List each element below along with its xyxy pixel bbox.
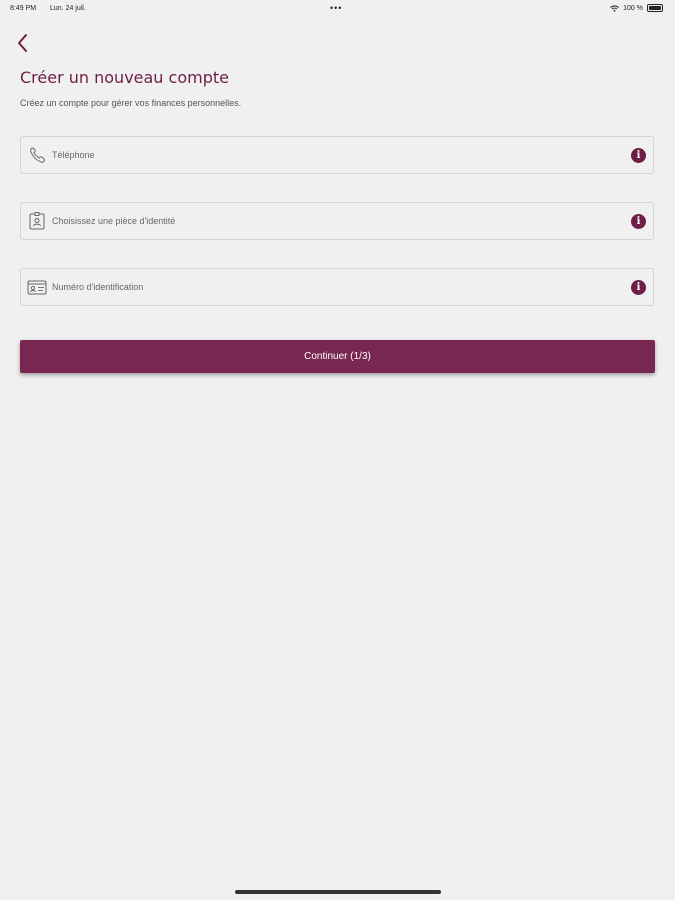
multitasking-dots[interactable]: ••• [330,3,342,13]
id-document-field[interactable]: Choisissez une pièce d'identité i [20,202,654,240]
id-number-field-label: Numéro d'identification [52,282,144,292]
info-icon[interactable]: i [631,148,646,163]
id-number-field[interactable]: Numéro d'identification i [20,268,654,306]
continue-button[interactable]: Continuer (1/3) [20,340,655,373]
phone-field[interactable]: Téléphone i [20,136,654,174]
battery-icon [647,4,663,12]
page-subtitle: Créez un compte pour gérer vos finances … [20,98,242,108]
info-icon[interactable]: i [631,280,646,295]
id-document-field-label: Choisissez une pièce d'identité [52,216,176,226]
info-icon[interactable]: i [631,214,646,229]
status-bar: 8:49 PM Lun. 24 juil. ••• 100 % [0,0,675,16]
wifi-icon [610,5,619,12]
status-right: 100 % [610,4,663,12]
id-card-icon [27,280,47,295]
chevron-left-icon [18,34,27,52]
phone-icon [30,147,45,163]
home-indicator[interactable] [235,890,441,894]
phone-field-label: Téléphone [52,150,95,160]
page-title: Créer un nouveau compte [20,68,229,87]
id-badge-icon [29,212,45,230]
back-button[interactable] [14,32,34,54]
status-date: Lun. 24 juil. [50,5,86,12]
status-time: 8:49 PM [10,5,37,12]
battery-percent: 100 % [623,4,643,12]
